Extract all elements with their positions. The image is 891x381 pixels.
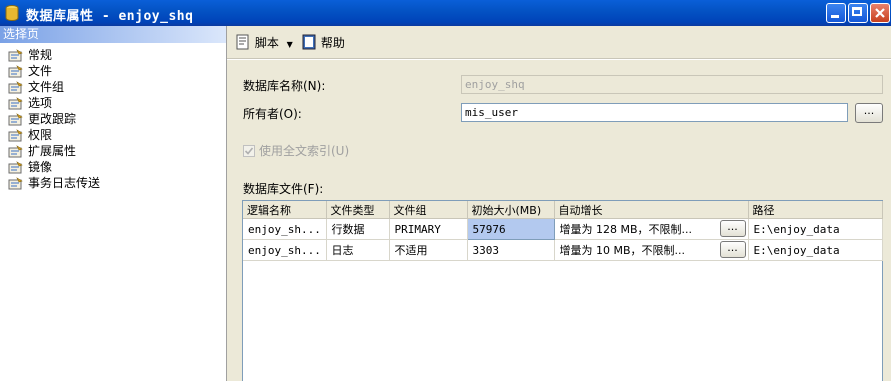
db-name-label: 数据库名称(N): xyxy=(243,79,326,93)
filegroup-cell[interactable]: 不适用 xyxy=(389,239,468,261)
sidebar-item-options[interactable]: 选项 xyxy=(0,95,226,111)
initial-size-cell[interactable]: 3303 xyxy=(467,239,555,261)
autogrowth-browse-button[interactable]: ... xyxy=(719,220,746,237)
owner-label: 所有者(O): xyxy=(243,107,302,121)
page-icon xyxy=(8,113,24,126)
file-type-cell[interactable]: 日志 xyxy=(326,239,390,261)
sidebar-item-extended-properties[interactable]: 扩展属性 xyxy=(0,143,226,159)
page-icon xyxy=(8,97,24,110)
script-label: 脚本 xyxy=(254,36,279,50)
db-files-label: 数据库文件(F): xyxy=(243,182,324,196)
autogrowth-text: 增量为 10 MB，不限制... xyxy=(559,244,686,257)
script-button[interactable]: 脚本 ▼ xyxy=(235,34,293,52)
initial-size-cell[interactable]: 57976 xyxy=(466,218,555,240)
minimize-button[interactable] xyxy=(826,3,846,23)
script-icon xyxy=(236,34,249,50)
title-bar: 数据库属性 - enjoy_shq xyxy=(0,0,891,26)
page-selector-header: 选择页 xyxy=(0,26,226,43)
db-name-field: enjoy_shq xyxy=(461,75,883,94)
sidebar-item-label: 事务日志传送 xyxy=(28,176,101,190)
column-header[interactable]: 初始大小(MB) xyxy=(467,201,555,219)
table-row[interactable]: enjoy_sh... 行数据 PRIMARY 57976 增量为 128 MB，不限制… xyxy=(243,218,883,240)
sidebar-item-label: 选项 xyxy=(28,96,53,110)
path-cell[interactable]: E:\enjoy_data xyxy=(748,218,883,240)
sidebar-item-label: 权限 xyxy=(28,128,53,142)
column-header[interactable]: 自动增长 xyxy=(554,201,749,219)
page-selector-panel: 选择页 常规文件文件组选项更改跟踪权限扩展属性镜像事务日志传送 xyxy=(0,26,227,381)
page-icon xyxy=(8,177,24,190)
column-header[interactable]: 路径 xyxy=(748,201,883,219)
help-label: 帮助 xyxy=(320,36,345,50)
autogrowth-cell: 增量为 128 MB，不限制...... xyxy=(554,218,749,240)
page-icon xyxy=(8,49,24,62)
database-icon xyxy=(5,5,19,21)
toolbar-divider xyxy=(227,58,891,60)
page-icon xyxy=(8,65,24,78)
sidebar-item-permissions[interactable]: 权限 xyxy=(0,127,226,143)
fulltext-checkbox xyxy=(243,145,255,157)
help-icon xyxy=(302,34,316,50)
sidebar-item-label: 文件组 xyxy=(28,80,65,94)
column-header[interactable]: 文件类型 xyxy=(326,201,390,219)
owner-field[interactable]: mis_user xyxy=(461,103,848,122)
filegroup-cell[interactable]: PRIMARY xyxy=(389,218,468,240)
sidebar-item-label: 常规 xyxy=(28,48,53,62)
fulltext-label: 使用全文索引(U) xyxy=(259,144,350,158)
close-icon xyxy=(875,8,885,18)
page-icon xyxy=(8,129,24,142)
sidebar-item-label: 更改跟踪 xyxy=(28,112,77,126)
maximize-button[interactable] xyxy=(848,3,868,23)
autogrowth-browse-button[interactable]: ... xyxy=(719,241,746,258)
sidebar-item-label: 镜像 xyxy=(28,160,53,174)
autogrowth-text: 增量为 128 MB，不限制... xyxy=(559,223,693,236)
column-header[interactable]: 逻辑名称 xyxy=(243,201,327,219)
path-cell[interactable]: E:\enjoy_data xyxy=(748,239,883,261)
sidebar-item-files[interactable]: 文件 xyxy=(0,63,226,79)
sidebar-item-mirroring[interactable]: 镜像 xyxy=(0,159,226,175)
close-button[interactable] xyxy=(870,3,890,23)
sidebar-item-filegroups[interactable]: 文件组 xyxy=(0,79,226,95)
toolbar: 脚本 ▼ 帮助 xyxy=(227,26,891,58)
file-type-cell[interactable]: 行数据 xyxy=(326,218,390,240)
sidebar-item-label: 扩展属性 xyxy=(28,144,77,158)
owner-browse-button[interactable]: ... xyxy=(855,103,883,123)
window-title: 数据库属性 - enjoy_shq xyxy=(26,9,194,24)
autogrowth-cell: 增量为 10 MB，不限制...... xyxy=(554,239,749,261)
sidebar-item-label: 文件 xyxy=(28,64,53,78)
column-header[interactable]: 文件组 xyxy=(389,201,468,219)
sidebar-item-change-tracking[interactable]: 更改跟踪 xyxy=(0,111,226,127)
page-icon xyxy=(8,145,24,158)
logical-name-cell[interactable]: enjoy_sh... xyxy=(243,239,327,261)
help-button[interactable]: 帮助 xyxy=(301,34,345,52)
table-row[interactable]: enjoy_sh... 日志 不适用 3303 增量为 10 MB，不限制...... E… xyxy=(243,239,883,261)
grid-header-row: 逻辑名称 文件类型 文件组 初始大小(MB) 自动增长 路径 xyxy=(243,201,883,219)
chevron-down-icon[interactable]: ▼ xyxy=(287,40,293,49)
page-icon xyxy=(8,161,24,174)
logical-name-cell[interactable]: enjoy_sh... xyxy=(243,218,327,240)
page-icon xyxy=(8,81,24,94)
database-files-grid: 逻辑名称 文件类型 文件组 初始大小(MB) 自动增长 路径 enjoy_sh... 行数据… xyxy=(242,200,883,381)
sidebar-item-general[interactable]: 常规 xyxy=(0,47,226,63)
sidebar-item-log-shipping[interactable]: 事务日志传送 xyxy=(0,175,226,191)
checkmark-icon xyxy=(244,147,254,155)
